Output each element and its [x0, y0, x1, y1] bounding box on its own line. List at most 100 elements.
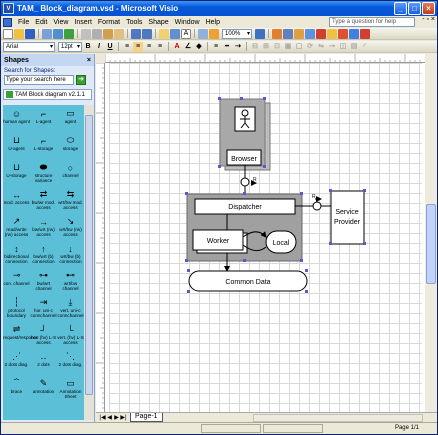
stencil-shape[interactable]: ‥ 2 dots — [30, 348, 57, 375]
menu-insert[interactable]: Insert — [71, 19, 95, 26]
horizontal-ruler[interactable] — [105, 54, 425, 63]
paste-icon[interactable] — [103, 28, 113, 39]
stencil-shape[interactable]: ○ channel — [57, 159, 84, 186]
crop-tool-icon[interactable] — [360, 28, 370, 39]
shapes-scrollbar[interactable] — [84, 105, 94, 420]
align-left-button[interactable]: ≡ — [122, 42, 132, 52]
doc-window-controls[interactable]: - ▫ × — [422, 16, 435, 23]
horizontal-scrollbar[interactable] — [253, 414, 423, 422]
menu-file[interactable]: File — [15, 19, 32, 26]
channel-circle-top[interactable] — [240, 177, 250, 187]
stencil-shape[interactable]: ⇆ wrt/bw mod. access — [57, 186, 84, 213]
stencil-shape[interactable]: ⤓ vert. uni-c connchannel — [57, 294, 84, 321]
channel-circle-right[interactable] — [312, 201, 322, 211]
document-icon[interactable] — [3, 17, 12, 27]
stencil-shape[interactable]: ┘ hor. (hv) L-S access — [30, 321, 57, 348]
fill-color-icon[interactable]: ◆ — [194, 42, 204, 52]
format-painter-icon[interactable] — [114, 28, 124, 39]
freeform-tool-icon[interactable] — [338, 28, 348, 39]
stencil-shape[interactable]: ▭ Annotation Sheet — [57, 375, 84, 402]
stencil-shape[interactable]: ↕ bidirectional connection — [3, 240, 30, 267]
help-icon[interactable] — [255, 28, 265, 39]
stencil-icon[interactable] — [209, 28, 219, 39]
menu-help[interactable]: Help — [203, 19, 223, 26]
help-search-input[interactable]: Type a question for help — [329, 17, 415, 27]
stencil-shape[interactable]: ⊶ bw/wrt channel — [30, 267, 57, 294]
underline-button[interactable]: U — [105, 42, 115, 52]
pointer-tool-icon[interactable] — [159, 28, 169, 39]
justify-button[interactable]: ≡ — [155, 42, 165, 52]
stencil-shape[interactable]: ⇌ request/response — [3, 321, 39, 348]
pane-close-icon[interactable]: × — [87, 57, 91, 64]
vertical-scrollbar[interactable] — [425, 54, 437, 412]
title-bar[interactable]: V TAM_ Block_diagram.vsd - Microsoft Vis… — [1, 1, 437, 16]
maximize-button[interactable]: □ — [408, 2, 421, 15]
stencil-shape[interactable]: ⇄ bw/wr mod. access — [30, 186, 57, 213]
last-page-icon[interactable]: ▶| — [120, 414, 127, 421]
stencil-shape[interactable]: ⏞ brace — [3, 375, 30, 402]
align-right-button[interactable]: ≡ — [144, 42, 154, 52]
stencil-shape[interactable]: ⇥ hor. uni-c connchannel — [30, 294, 57, 321]
bold-button[interactable]: B — [83, 42, 93, 52]
preview-icon[interactable] — [53, 28, 63, 39]
drawing-page[interactable]: Browser R Dispatcher R Service Provider — [109, 63, 422, 412]
new-icon[interactable] — [3, 28, 13, 39]
stencil-shape[interactable]: ↗ read/write (rw) access — [3, 213, 30, 240]
stencil-shape[interactable]: ⬬ structure variance — [30, 159, 57, 186]
spelling-icon[interactable] — [64, 28, 74, 39]
stencil-shape[interactable]: ☺ human agent — [3, 105, 30, 132]
next-page-icon[interactable]: ▶ — [113, 414, 120, 421]
italic-button[interactable]: I — [94, 42, 104, 52]
stencil-shape[interactable]: ⋰ 2 dots diag. — [3, 348, 30, 375]
menu-tools[interactable]: Tools — [123, 19, 145, 26]
first-page-icon[interactable]: |◀ — [99, 414, 106, 421]
font-color-button[interactable]: A — [172, 42, 182, 52]
stencil-shape[interactable]: ⊸ con. channel — [3, 267, 30, 294]
line-weight-icon[interactable]: ≡ — [211, 42, 221, 52]
font-select[interactable]: Arial — [3, 41, 55, 52]
line-pattern-icon[interactable]: ┅ — [222, 42, 232, 52]
menu-shape[interactable]: Shape — [145, 19, 171, 26]
stencil-shape[interactable]: ⊔ U-agent — [3, 132, 30, 159]
stencil-shape[interactable]: ↘ wrt/bw (rw) access — [57, 213, 84, 240]
stencil-shape[interactable]: ⊔ U-storage — [3, 159, 30, 186]
align-center-button[interactable]: ≡ — [133, 41, 143, 52]
vertical-ruler[interactable] — [96, 63, 105, 412]
arc-tool-icon[interactable] — [327, 28, 337, 39]
print-icon[interactable] — [42, 28, 52, 39]
ellipse-tool-icon[interactable] — [316, 28, 326, 39]
open-icon[interactable] — [14, 28, 24, 39]
visio-app-icon[interactable]: V — [3, 3, 14, 14]
pencil-tool-icon[interactable] — [294, 28, 304, 39]
service-provider-box[interactable] — [330, 190, 365, 245]
tab-page-1[interactable]: Page-1 — [130, 413, 163, 422]
line-color-icon[interactable]: ∠ — [183, 42, 193, 52]
stencil-shape[interactable]: ⌐ L-storage — [30, 132, 57, 159]
text-tool-icon[interactable]: A — [181, 28, 191, 39]
drawing-tool-icon[interactable] — [272, 28, 282, 39]
menu-format[interactable]: Format — [95, 19, 123, 26]
stencil-shape[interactable]: ⋱ 2 dots diag. — [57, 348, 84, 375]
line-tool-icon[interactable] — [283, 28, 293, 39]
stencil-shape[interactable]: ⬭ storage — [57, 132, 84, 159]
connector-tool-icon[interactable] — [170, 28, 180, 39]
undo-icon[interactable] — [131, 28, 141, 39]
rectangle-tool-icon[interactable] — [305, 28, 315, 39]
stencil-shape[interactable]: ⊷ wrt/bw channel — [57, 267, 84, 294]
save-icon[interactable] — [25, 28, 35, 39]
shapes-icon[interactable] — [198, 28, 208, 39]
stencil-shape[interactable]: ┆ protocol boundary — [3, 294, 30, 321]
menu-view[interactable]: View — [50, 19, 71, 26]
stencil-shape[interactable]: ⌐ L-agent — [30, 105, 57, 132]
vertical-scroll-thumb[interactable] — [426, 204, 436, 284]
stencil-shape[interactable]: ✎ annotation — [30, 375, 57, 402]
close-button[interactable]: × — [422, 2, 435, 15]
copy-icon[interactable] — [92, 28, 102, 39]
stencil-shape[interactable]: └ vert. (hv) L-S access — [57, 321, 84, 348]
stencil-shape[interactable]: ↔ mod. access — [3, 186, 30, 213]
search-go-button[interactable]: ➔ — [76, 75, 86, 85]
stamp-tool-icon[interactable] — [349, 28, 359, 39]
menu-edit[interactable]: Edit — [32, 19, 50, 26]
cut-icon[interactable] — [81, 28, 91, 39]
stencil-shape[interactable]: ▭ agent — [57, 105, 84, 132]
